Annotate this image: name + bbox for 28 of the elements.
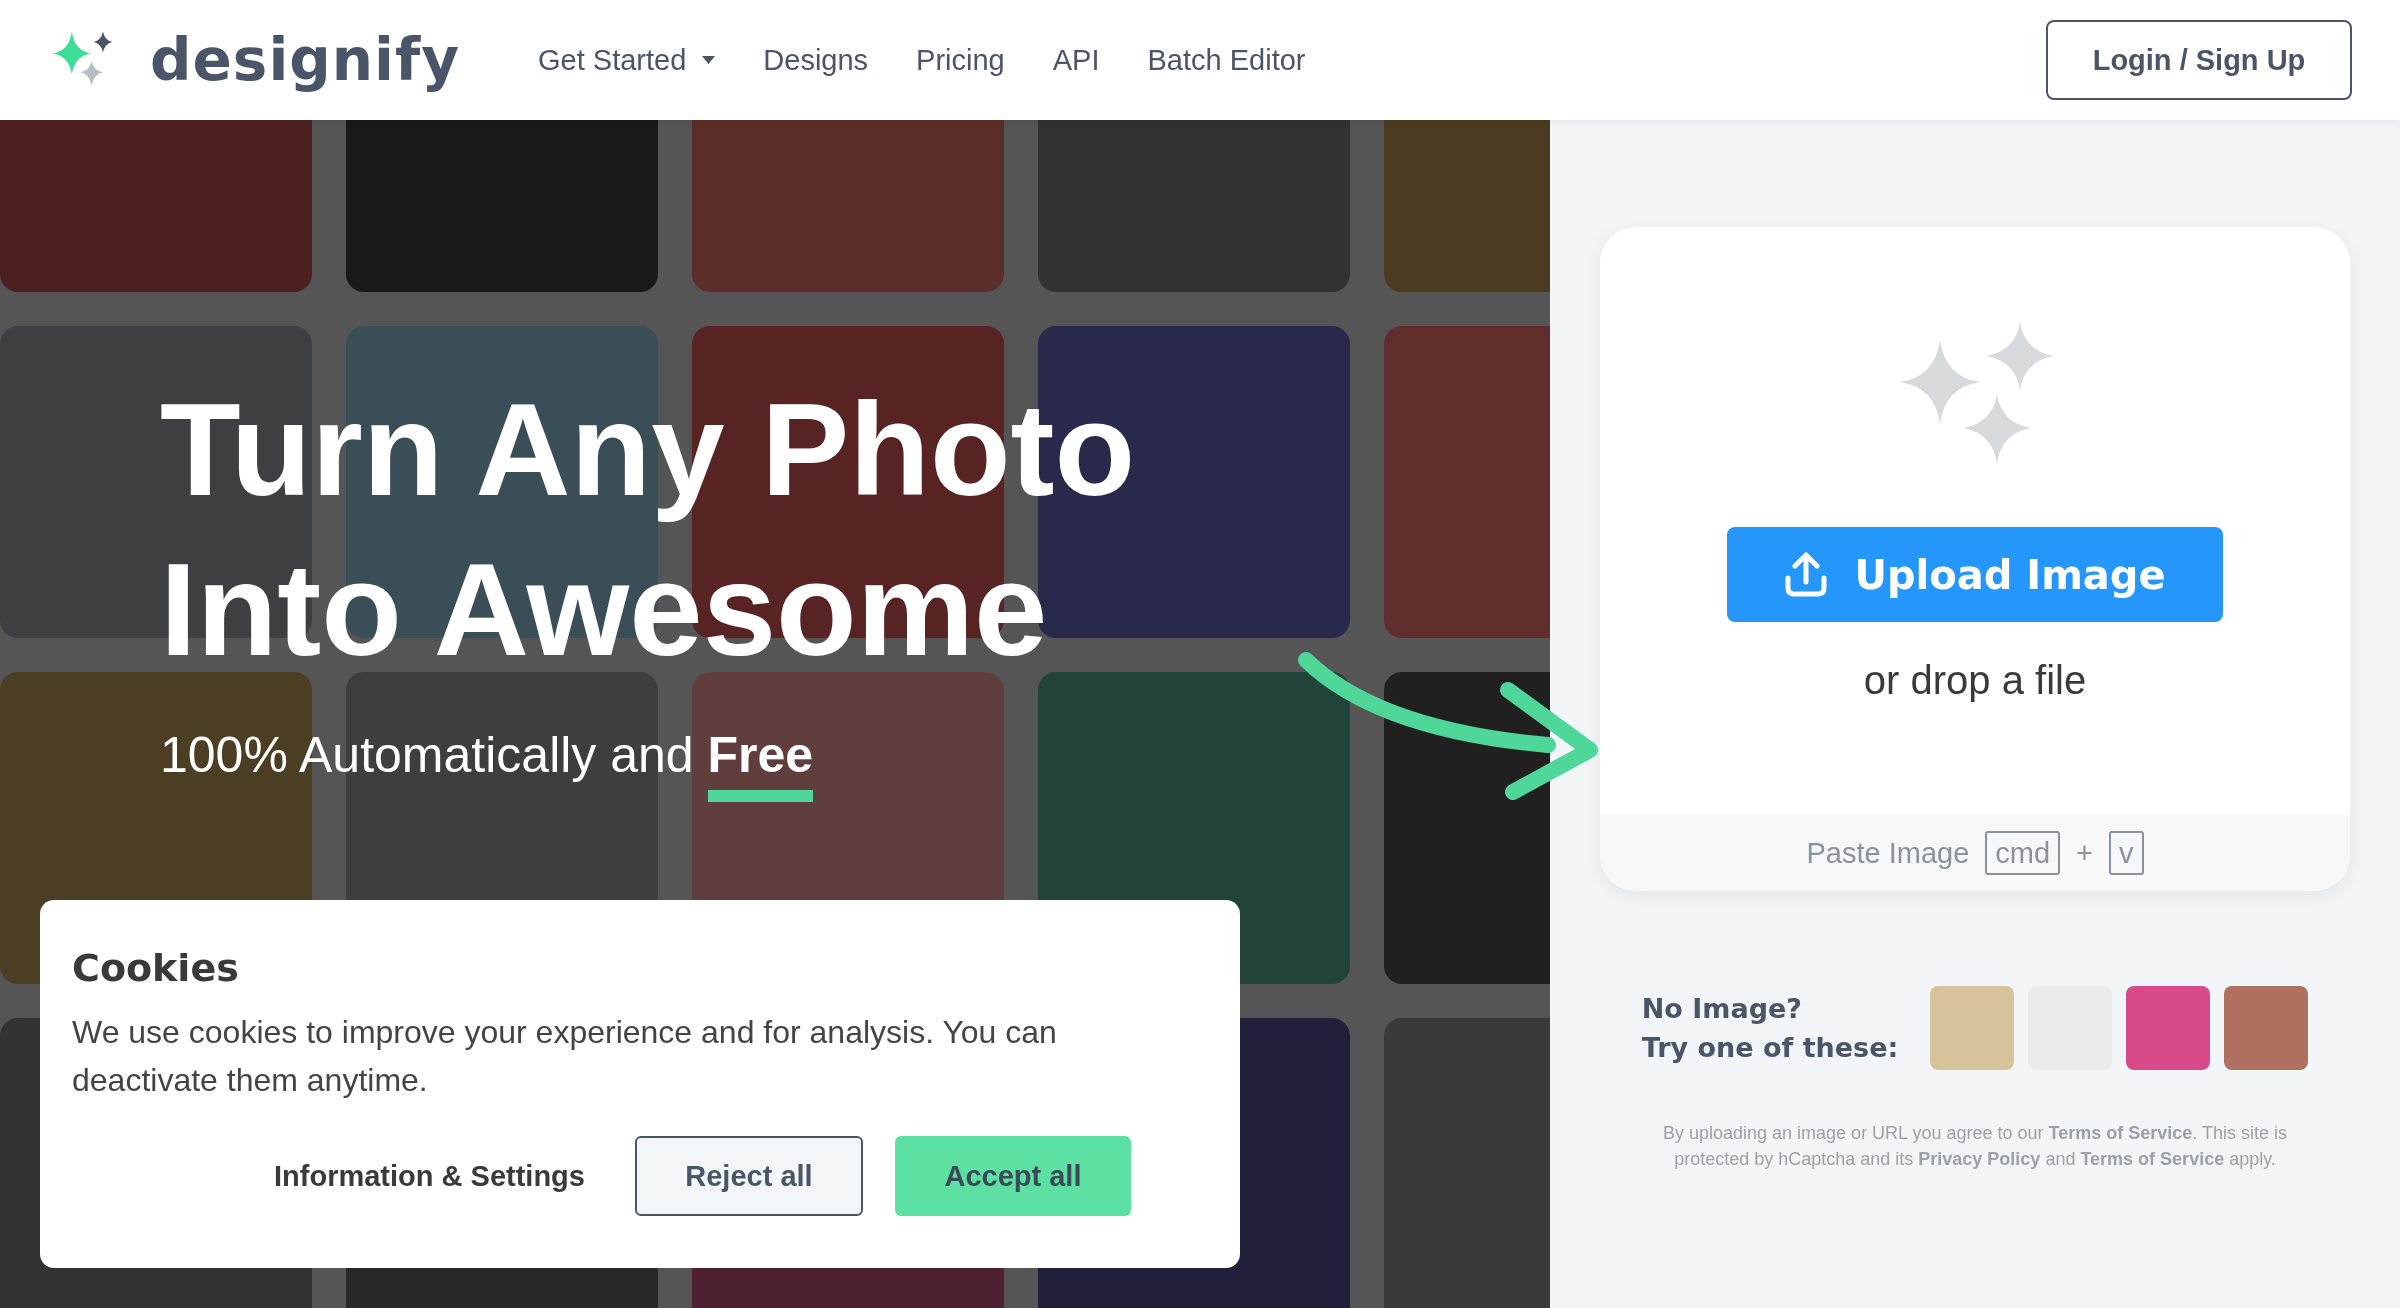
paste-label: Paste Image xyxy=(1806,836,1970,870)
logo-wordmark[interactable]: designify xyxy=(150,26,460,94)
hero-heading: Turn Any Photo xyxy=(160,375,1136,525)
sample-photo-placeholder[interactable] xyxy=(2126,986,2211,1070)
legal-notice: By uploading an image or URL you agree to our Terms of Service. This site is protected by hCaptcha and its Privacy Policy and Terms of Service apply. xyxy=(1662,1122,2288,1171)
nav-link[interactable]: Pricing xyxy=(916,43,1005,77)
sample-photo-placeholder[interactable] xyxy=(1930,986,2015,1070)
hero-heading: Into Awesome xyxy=(160,535,1048,685)
keyboard-key: v xyxy=(2109,831,2144,875)
cookie-title: Cookies xyxy=(72,946,240,990)
cookie-button[interactable]: Reject all xyxy=(634,1136,863,1216)
cookie-text: We use cookies to improve your experience and for analysis. You can deactivate them anytime. xyxy=(72,1013,1058,1100)
sample-photo-placeholder[interactable] xyxy=(2224,986,2309,1070)
upload-icon xyxy=(1784,551,1829,598)
cookie-button[interactable]: Information & Settings xyxy=(256,1136,603,1216)
caret-icon xyxy=(702,56,716,64)
nav-link[interactable]: Batch Editor xyxy=(1147,43,1306,77)
samples-label: Try one of these: xyxy=(1641,1032,1899,1063)
drop-hint: or drop a file xyxy=(1863,658,2087,703)
nav-link[interactable]: Designs xyxy=(763,43,869,77)
cookie-button[interactable]: Accept all xyxy=(894,1136,1131,1216)
nav-link[interactable]: API xyxy=(1052,43,1100,77)
login-button[interactable]: Login / Sign Up xyxy=(2046,20,2352,100)
samples-label: No Image? xyxy=(1641,993,1803,1024)
nav-link[interactable]: Get Started xyxy=(538,43,716,77)
keyboard-key: cmd xyxy=(1985,831,2061,875)
hero-subtitle: 100% Automatically and Free xyxy=(160,726,814,802)
plus-sign: + xyxy=(2076,836,2094,870)
